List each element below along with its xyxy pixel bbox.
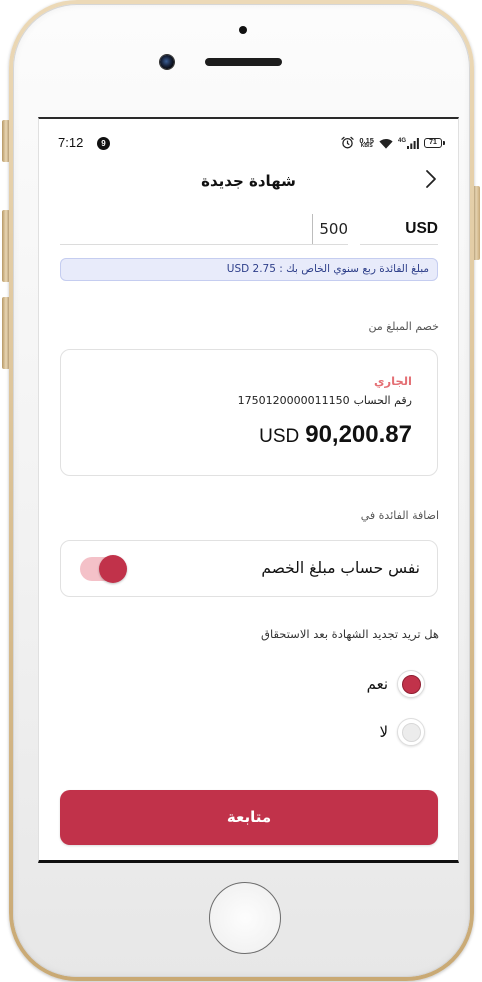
status-time: 7:12	[58, 135, 84, 150]
home-button-icon[interactable]	[209, 882, 281, 954]
interest-account-card: نفس حساب مبلغ الخصم	[60, 540, 438, 597]
network-speed: 0.15 KB/S	[359, 137, 374, 150]
status-icons: 0.15 KB/S 4G 71	[341, 134, 445, 153]
same-account-option-label: نفس حساب مبلغ الخصم	[261, 559, 420, 577]
toggle-knob	[99, 555, 127, 583]
account-type: الجاري	[373, 374, 412, 388]
continue-button[interactable]: متابعة	[60, 790, 438, 845]
interest-notice: مبلغ الفائدة ربع سنوي الخاص بك : USD 2.7…	[60, 258, 438, 281]
radio-label: نعم	[366, 675, 388, 693]
app-screen: 7:12 9 0.15 KB/S 4G 71 شهادة جديدة USD 5…	[38, 117, 459, 863]
radio-indicator	[401, 674, 421, 694]
radio-indicator	[401, 722, 421, 742]
proximity-sensor	[239, 26, 247, 34]
account-number-row: رقم الحساب 1750120000011150	[238, 394, 412, 408]
status-bar: 7:12 9 0.15 KB/S 4G 71	[39, 134, 458, 152]
battery-icon: 71	[424, 138, 445, 148]
debit-account-card[interactable]: الجاري رقم الحساب 1750120000011150 USD 9…	[60, 349, 438, 476]
renewal-option-yes[interactable]: نعم	[367, 670, 425, 698]
network-type: 4G	[397, 137, 406, 144]
balance-amount: 90,200.87	[305, 421, 412, 448]
front-camera-icon	[160, 55, 174, 69]
back-button[interactable]	[423, 169, 439, 193]
account-balance: USD 90,200.87	[259, 421, 412, 451]
page-title: شهادة جديدة	[201, 172, 296, 190]
chevron-right-icon	[425, 169, 437, 193]
alarm-icon	[341, 134, 355, 153]
account-number-label: رقم الحساب	[353, 394, 412, 407]
currency-selector[interactable]: USD	[360, 214, 438, 245]
amount-value: 500	[319, 220, 348, 238]
app-header: شهادة جديدة	[39, 167, 458, 195]
notification-badge: 9	[97, 137, 110, 150]
radio-button[interactable]	[397, 718, 425, 746]
renewal-option-no[interactable]: لا	[379, 718, 425, 746]
network-speed-unit: KB/S	[360, 143, 373, 150]
earpiece-speaker	[205, 58, 282, 66]
wifi-icon	[379, 134, 393, 153]
radio-label: لا	[379, 723, 388, 741]
account-number: 1750120000011150	[237, 394, 350, 407]
amount-input[interactable]: 500	[60, 214, 348, 245]
currency-value: USD	[405, 220, 438, 237]
debit-from-label: خصم المبلغ من	[368, 320, 439, 333]
same-account-toggle[interactable]	[80, 555, 152, 583]
interest-to-label: اضافة الفائدة في	[360, 509, 439, 522]
signal-icon: 4G	[397, 137, 419, 149]
renewal-question: هل تريد تجديد الشهادة بعد الاستحقاق	[261, 627, 439, 641]
radio-button[interactable]	[397, 670, 425, 698]
text-cursor	[312, 214, 314, 244]
balance-currency: USD	[259, 426, 300, 447]
